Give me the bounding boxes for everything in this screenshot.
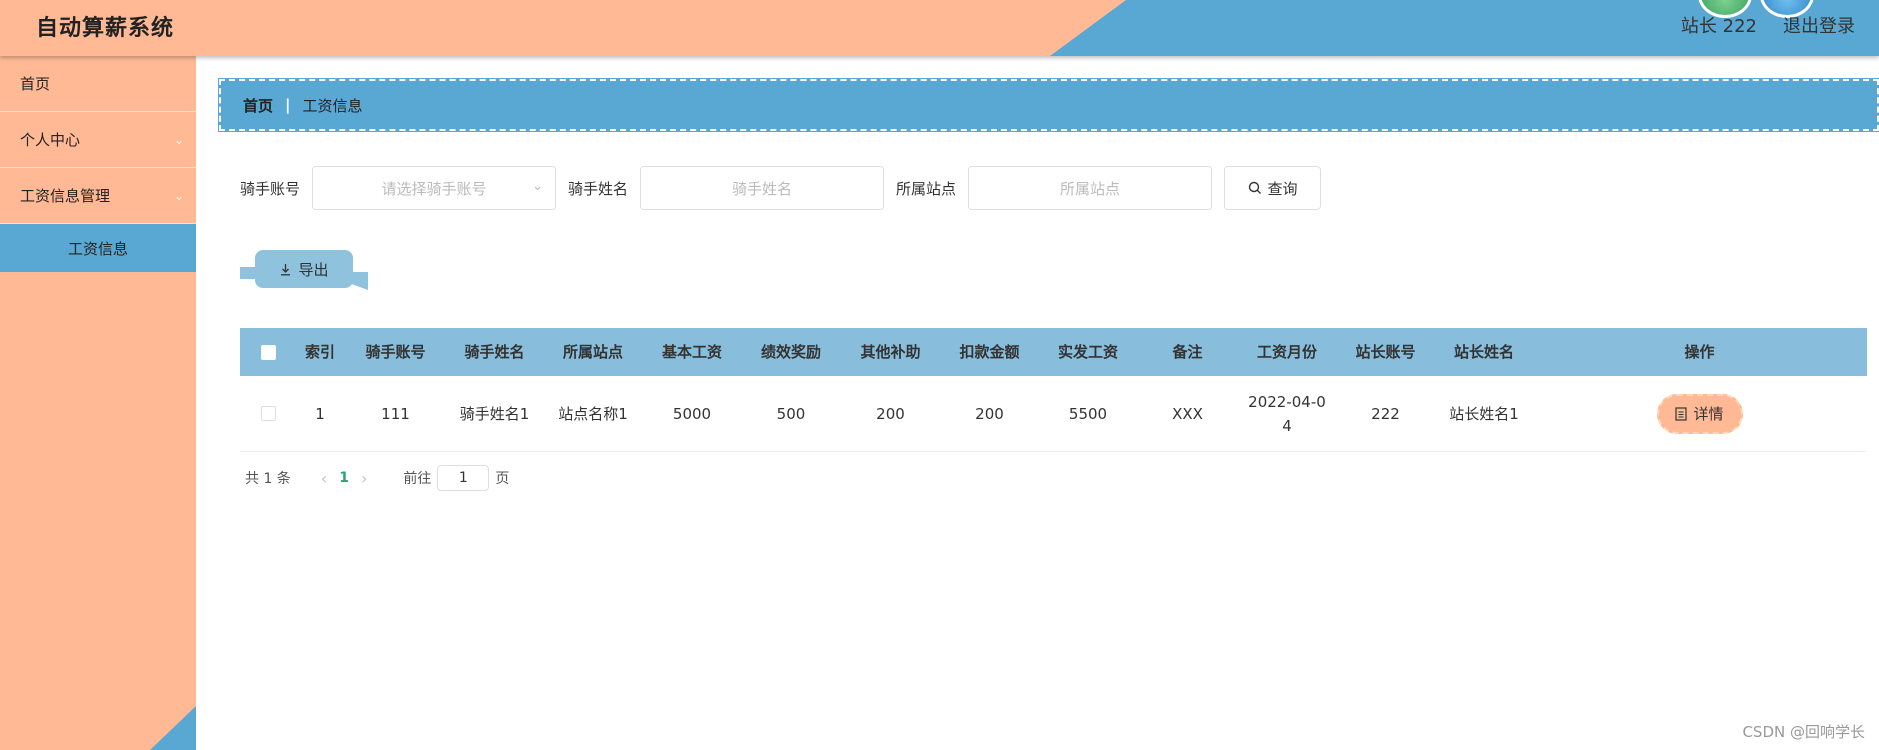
search-icon [1248,181,1261,194]
logout-link[interactable]: 退出登录 [1783,12,1855,38]
row-select-cell [240,406,296,421]
chevron-left-icon[interactable]: ‹ [321,469,327,488]
cell-manager-account: 222 [1371,404,1400,423]
column-header: 所属站点 [562,343,623,361]
sidebar-item-label: 个人中心 [20,131,81,149]
cell-net-salary: 5500 [1068,404,1108,423]
chevron-down-icon: ⌄ [173,188,184,203]
column-header: 扣款金额 [959,343,1020,361]
column-header: 工资月份 [1256,343,1317,361]
breadcrumb-home[interactable]: 首页 [243,95,273,116]
cell-station: 站点名称1 [558,404,628,423]
column-header: 其他补助 [860,343,921,361]
goto-label: 前往 [403,471,432,487]
rider-account-select[interactable]: 请选择骑手账号 ⌄ [312,166,557,210]
month-value: 2022-04-04 [1248,392,1326,435]
table-row: 1 111 骑手姓名1 站点名称1 5000 500 200 200 5500 … [240,376,1867,452]
column-header: 绩效奖励 [760,343,821,361]
column-header: 站长姓名 [1453,343,1514,361]
cell-rider-account: 111 [381,404,410,423]
column-header: 站长账号 [1355,343,1416,361]
breadcrumb-current: 工资信息 [302,96,363,115]
sidebar-subitem-label: 工资信息 [67,239,128,258]
sidebar-corner-decoration [150,706,196,750]
column-header: 基本工资 [661,343,722,361]
app-title: 自动算薪系统 [36,16,175,41]
station-placeholder: 所属站点 [1060,179,1121,198]
column-header: 索引 [304,343,335,361]
cell-remark: XXX [1172,404,1203,423]
column-header: 骑手姓名 [464,343,525,361]
user-label: 站长 222 [1680,16,1757,37]
column-header: 实发工资 [1057,343,1118,361]
sidebar: 首页 个人中心 ⌄ 工资信息管理 ⌄ 工资信息 [0,56,196,750]
pagination-total: 共 1 条 [245,471,291,487]
row-checkbox[interactable] [260,406,276,421]
cell-subsidy: 200 [876,404,905,423]
cell-bonus: 500 [776,404,806,423]
rider-name-input[interactable]: 骑手姓名 [640,166,885,210]
rider-account-placeholder: 请选择骑手账号 [381,179,487,198]
export-button-label: 导出 [298,260,329,279]
rider-name-label: 骑手姓名 [568,179,629,198]
watermark: CSDN @回响学长 [1742,723,1865,741]
query-button-label: 查询 [1267,179,1298,198]
rider-account-label: 骑手账号 [240,179,301,198]
salary-table: 索引 骑手账号 骑手姓名 所属站点 基本工资 绩效奖励 其他补助 扣款金额 实发… [240,328,1867,452]
page-number-current[interactable]: 1 [339,470,349,486]
export-button-wrap: 导出 [240,250,368,292]
download-icon [281,263,291,275]
column-header: 备注 [1172,343,1203,361]
chevron-right-icon[interactable]: › [361,469,367,488]
goto-page-input[interactable] [437,465,490,491]
sidebar-item-label: 首页 [20,75,51,93]
sidebar-item-label: 工资信息管理 [20,187,111,205]
rider-name-placeholder: 骑手姓名 [732,179,793,198]
page-suffix-label: 页 [495,471,510,487]
station-input[interactable]: 所属站点 [968,166,1213,210]
chevron-down-icon: ⌄ [173,132,184,147]
cell-actions: 详情 [1532,393,1867,434]
detail-button[interactable]: 详情 [1656,393,1743,434]
cell-month: 2022-04-04 [1239,390,1335,438]
query-button[interactable]: 查询 [1224,166,1322,210]
table-header-row: 索引 骑手账号 骑手姓名 所属站点 基本工资 绩效奖励 其他补助 扣款金额 实发… [240,328,1867,376]
station-label: 所属站点 [896,179,957,198]
sidebar-item-personal-center[interactable]: 个人中心 ⌄ [0,112,196,168]
column-header: 操作 [1684,343,1715,361]
document-icon [1675,406,1688,421]
breadcrumb-separator: | [285,96,291,114]
chevron-down-icon: ⌄ [532,179,544,194]
cell-manager-name: 站长姓名1 [1449,404,1519,423]
select-all-cell [240,344,296,360]
top-header: 自动算薪系统 站长 222 退出登录 [0,0,1879,56]
column-header: 骑手账号 [365,343,426,361]
pagination: 共 1 条 ‹ 1 › 前往 页 [245,465,510,491]
sidebar-item-home[interactable]: 首页 [0,56,196,112]
cell-index: 1 [315,404,325,423]
export-button[interactable]: 导出 [255,250,353,288]
cell-deduction: 200 [975,404,1004,423]
cell-rider-name: 骑手姓名1 [459,404,530,423]
select-all-checkbox[interactable] [260,344,276,360]
detail-button-label: 详情 [1693,404,1724,423]
breadcrumb: 首页 | 工资信息 [218,78,1879,132]
header-user-area: 站长 222 退出登录 [1681,12,1855,38]
sidebar-item-salary-management[interactable]: 工资信息管理 ⌄ [0,168,196,224]
cell-base-salary: 5000 [672,404,712,423]
search-bar: 骑手账号 请选择骑手账号 ⌄ 骑手姓名 骑手姓名 所属站点 所属站点 查询 [240,166,1322,210]
sidebar-subitem-salary-info[interactable]: 工资信息 [0,224,196,272]
